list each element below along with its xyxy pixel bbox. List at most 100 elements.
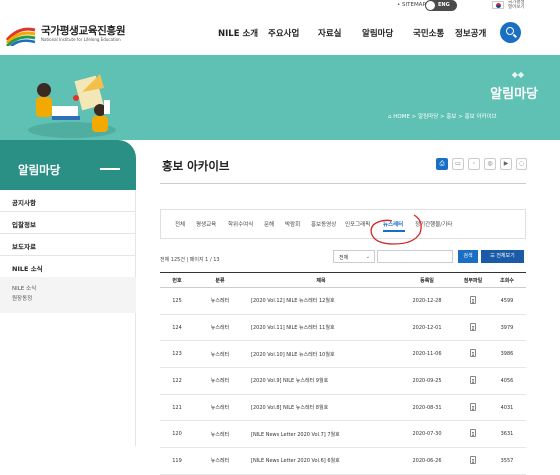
- sidebar-title: 알림마당: [18, 163, 61, 177]
- row-attachment[interactable]: [458, 287, 488, 315]
- table-row[interactable]: 125 뉴스레터 [2020 Vol.12] NILE 뉴스레터 12월호 2020-…: [160, 287, 526, 315]
- hero-decoration-icon: ◆◆: [511, 70, 524, 79]
- sitemap-link[interactable]: • SITEMAP: [397, 2, 426, 12]
- row-views: 4031: [488, 394, 526, 422]
- blog-icon[interactable]: ◌: [516, 158, 527, 170]
- page-title: 홍보 아카이브: [162, 159, 230, 173]
- file-icon: [470, 295, 476, 304]
- row-views: 3986: [488, 340, 526, 369]
- col-date: 등록일: [396, 272, 458, 288]
- row-date: 2020-07-30: [396, 420, 458, 449]
- nav-item-communication[interactable]: 국민소통: [413, 27, 444, 39]
- title-divider: [160, 183, 526, 184]
- logo-mark-icon: [5, 27, 36, 46]
- language-toggle[interactable]: ENG: [425, 0, 457, 11]
- sidebar-item-nile-news[interactable]: NILE 소식: [0, 256, 136, 278]
- print-icon[interactable]: ⎙: [436, 158, 448, 170]
- sidebar-subitem-president[interactable]: 원장동정: [12, 294, 32, 302]
- row-attachment[interactable]: [458, 367, 488, 395]
- row-title-link[interactable]: [2020 Vol.11] NILE 뉴스레터 11월호: [246, 314, 396, 342]
- toggle-knob: [426, 1, 435, 10]
- row-attachment[interactable]: [458, 394, 488, 422]
- row-date: 2020-08-31: [396, 394, 458, 422]
- tab-video[interactable]: 홍보동영상: [311, 220, 336, 228]
- row-title-link[interactable]: [2020 Vol.10] NILE 뉴스레터 10월호: [246, 340, 396, 369]
- nav-item-nile[interactable]: NILE 소개: [218, 27, 258, 39]
- row-number: 121: [160, 394, 194, 422]
- search-input[interactable]: [377, 250, 453, 263]
- row-attachment[interactable]: [458, 340, 488, 369]
- table-row[interactable]: 120 뉴스레터 [NILE News Letter 2020 Vol.7] 7월호…: [160, 420, 526, 449]
- breadcrumb[interactable]: ⌂ HOME > 알림마당 > 홍보 > 홍보 아카이브: [388, 112, 497, 120]
- youtube-icon[interactable]: ▶: [500, 158, 512, 170]
- row-number: 124: [160, 314, 194, 342]
- nav-item-business[interactable]: 주요사업: [268, 27, 299, 39]
- table-row[interactable]: 119 뉴스레터 [NILE News Letter 2020 Vol.6] 6월호…: [160, 447, 526, 475]
- row-date: 2020-09-25: [396, 367, 458, 395]
- row-title-link[interactable]: [2020 Vol.9] NILE 뉴스레터 9월호: [246, 367, 396, 395]
- row-title-link[interactable]: [2020 Vol.12] NILE 뉴스레터 12월호: [246, 287, 396, 315]
- tab-lifelong[interactable]: 평생교육: [196, 220, 216, 228]
- language-label: ENG: [438, 2, 450, 8]
- search-button[interactable]: [500, 22, 521, 43]
- table-row[interactable]: 122 뉴스레터 [2020 Vol.9] NILE 뉴스레터 9월호 2020-09…: [160, 367, 526, 395]
- row-title-link[interactable]: [NILE News Letter 2020 Vol.6] 6월호: [246, 447, 396, 475]
- view-all-button[interactable]: ☰ 전체보기: [481, 250, 524, 263]
- file-icon: [470, 429, 476, 438]
- flag-emblem: [496, 3, 501, 8]
- file-icon: [470, 455, 476, 464]
- tab-literacy[interactable]: 문해: [264, 220, 274, 228]
- instagram-icon[interactable]: ◎: [484, 158, 496, 170]
- col-attachment: 첨부파일: [458, 272, 488, 288]
- select-value: 전체: [339, 255, 349, 261]
- sidebar-item-notices[interactable]: 공지사항: [0, 190, 136, 212]
- file-icon: [470, 375, 476, 384]
- row-date: 2020-12-28: [396, 287, 458, 315]
- red-scribble-annotation: [370, 214, 422, 245]
- col-number: 번호: [160, 272, 194, 288]
- search-icon-handle: [513, 33, 517, 38]
- search-filter-select[interactable]: 전체 ⌄: [333, 250, 375, 263]
- row-number: 122: [160, 367, 194, 395]
- site-logo[interactable]: 국가평생교육진흥원 National Institute for Lifelon…: [5, 22, 126, 48]
- tab-all[interactable]: 전체: [175, 220, 185, 228]
- row-attachment[interactable]: [458, 314, 488, 342]
- row-category: 뉴스레터: [194, 394, 246, 422]
- file-icon: [470, 349, 476, 358]
- facebook-icon[interactable]: ▭: [452, 158, 464, 170]
- search-submit-button[interactable]: 검색: [458, 250, 478, 263]
- nav-item-data[interactable]: 자료실: [318, 27, 341, 39]
- korea-flag-icon[interactable]: [492, 1, 504, 9]
- row-title-link[interactable]: [NILE News Letter 2020 Vol.7] 7월호: [246, 420, 396, 449]
- table-row[interactable]: 121 뉴스레터 [2020 Vol.8] NILE 뉴스레터 8월호 2020-08…: [160, 394, 526, 422]
- row-category: 뉴스레터: [194, 447, 246, 475]
- row-category: 뉴스레터: [194, 287, 246, 315]
- sidebar-collapse-icon[interactable]: [100, 168, 120, 170]
- file-icon: [470, 402, 476, 411]
- tab-graduation[interactable]: 학위수여식: [228, 220, 253, 228]
- logo-english: National Institute for Lifelong Educatio…: [41, 37, 121, 42]
- row-category: 뉴스레터: [194, 420, 246, 449]
- table-row[interactable]: 124 뉴스레터 [2020 Vol.11] NILE 뉴스레터 11월호 2020-…: [160, 314, 526, 342]
- nav-item-notice[interactable]: 알림마당: [362, 27, 393, 39]
- col-category: 분류: [194, 272, 246, 288]
- row-attachment[interactable]: [458, 447, 488, 475]
- row-views: 4056: [488, 367, 526, 395]
- nav-item-disclosure[interactable]: 정보공개: [455, 27, 486, 39]
- sidebar-item-press[interactable]: 보도자료: [0, 234, 136, 256]
- sidebar-subitem-nile-news[interactable]: NILE 소식: [12, 284, 36, 292]
- row-title-link[interactable]: [2020 Vol.8] NILE 뉴스레터 8월호: [246, 394, 396, 422]
- twitter-icon[interactable]: ◦: [468, 158, 480, 170]
- row-date: 2020-06-26: [396, 447, 458, 475]
- row-attachment[interactable]: [458, 420, 488, 449]
- row-views: 3631: [488, 420, 526, 449]
- archive-table: 번호 분류 제목 등록일 첨부파일 조회수 125 뉴스레터 [2020 Vol.1…: [160, 272, 526, 475]
- logo-korean: 국가평생교육진흥원: [41, 25, 126, 37]
- hero-title: 알림마당: [490, 87, 538, 102]
- sidebar-item-bids[interactable]: 입찰정보: [0, 212, 136, 234]
- row-number: 123: [160, 340, 194, 369]
- language-link[interactable]: 국가평생 열어보기: [508, 0, 530, 10]
- table-row[interactable]: 123 뉴스레터 [2020 Vol.10] NILE 뉴스레터 10월호 2020-…: [160, 340, 526, 369]
- tab-fair[interactable]: 박람회: [285, 220, 300, 228]
- result-count: 전체 125건 | 페이지 1 / 13: [160, 257, 220, 263]
